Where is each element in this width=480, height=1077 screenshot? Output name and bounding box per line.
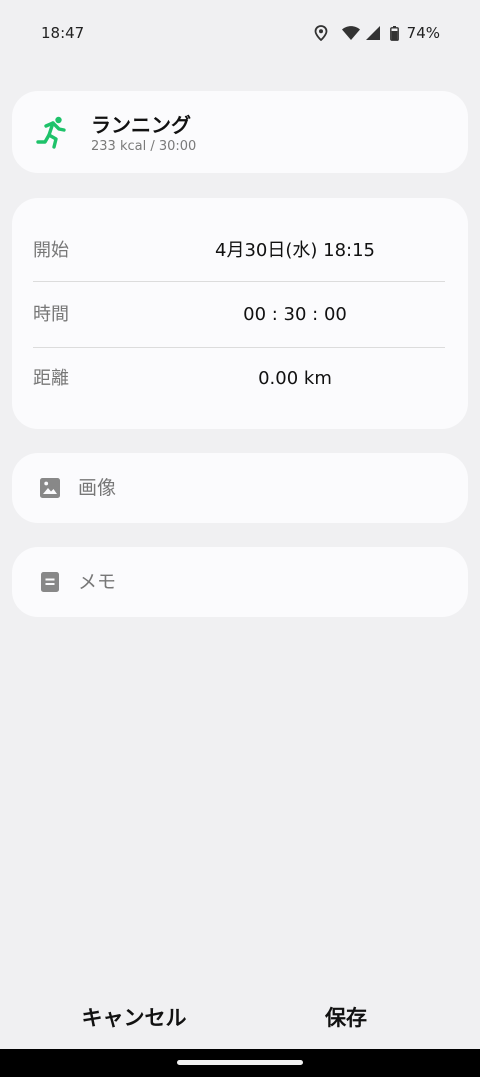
cell-signal-icon: [365, 26, 380, 40]
image-label: 画像: [78, 477, 117, 499]
bottom-actions: キャンセル 保存: [0, 990, 480, 1046]
wifi-icon: [341, 26, 360, 40]
activity-title: ランニング: [91, 113, 191, 137]
start-label: 開始: [33, 240, 69, 261]
battery-icon: [389, 25, 399, 41]
battery-percent: 74%: [406, 24, 440, 42]
start-value[interactable]: 4月30日(水) 18:15: [132, 219, 458, 283]
status-icons: 74%: [314, 22, 440, 44]
memo-card[interactable]: メモ: [12, 547, 468, 617]
navigation-bar: [0, 1049, 480, 1077]
distance-value[interactable]: 0.00 km: [132, 347, 458, 411]
cancel-button[interactable]: キャンセル: [54, 990, 214, 1046]
activity-summary: 233 kcal / 30:00: [91, 139, 197, 154]
image-card[interactable]: 画像: [12, 453, 468, 523]
location-icon: [314, 25, 328, 41]
memo-icon: [39, 571, 61, 593]
distance-label: 距離: [33, 368, 69, 389]
divider: [33, 281, 445, 282]
distance-row[interactable]: 距離 0.00 km: [12, 347, 468, 411]
status-time: 18:47: [41, 24, 85, 42]
home-indicator[interactable]: [177, 1060, 303, 1065]
start-row[interactable]: 開始 4月30日(水) 18:15: [12, 219, 468, 283]
activity-card[interactable]: ランニング 233 kcal / 30:00: [12, 91, 468, 173]
duration-value[interactable]: 00 : 30 : 00: [132, 283, 458, 347]
details-card: 開始 4月30日(水) 18:15 時間 00 : 30 : 00 距離 0.0…: [12, 198, 468, 429]
duration-row[interactable]: 時間 00 : 30 : 00: [12, 283, 468, 347]
save-button[interactable]: 保存: [266, 990, 426, 1046]
screen: 18:47 74% ランニング 233 kcal / 30:00 開始 4月30…: [0, 0, 480, 1077]
running-icon: [34, 115, 70, 151]
image-icon: [39, 477, 61, 499]
status-bar: 18:47 74%: [0, 0, 480, 68]
duration-label: 時間: [33, 304, 69, 325]
memo-label: メモ: [78, 571, 117, 593]
